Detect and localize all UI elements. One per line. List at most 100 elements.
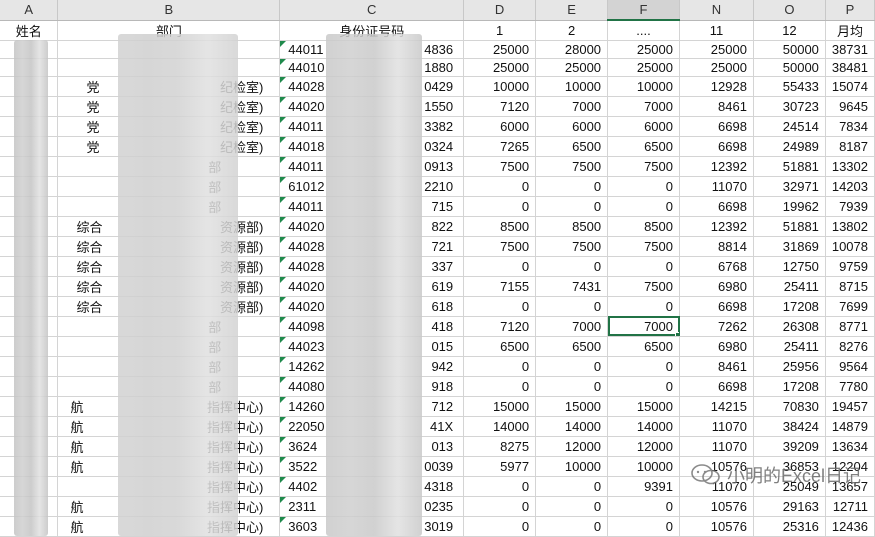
dept-cell[interactable]: 部 xyxy=(57,376,281,397)
name-cell[interactable] xyxy=(0,516,59,537)
month-mid-cell[interactable]: 25000 xyxy=(607,58,680,77)
average-cell[interactable]: 38481 xyxy=(825,58,875,77)
dept-cell[interactable]: 综合 资源部) xyxy=(57,236,281,257)
month-1-cell[interactable]: 0 xyxy=(463,296,537,317)
month-mid-cell[interactable]: 0 xyxy=(607,376,680,397)
month-1-cell[interactable]: 7120 xyxy=(463,96,537,117)
month-1-cell[interactable]: 7265 xyxy=(463,136,537,157)
header-cell-month-2[interactable]: 2 xyxy=(535,20,609,41)
average-cell[interactable]: 8715 xyxy=(825,276,875,297)
name-cell[interactable] xyxy=(0,96,59,117)
month-2-cell[interactable]: 7000 xyxy=(535,316,609,337)
month-1-cell[interactable]: 0 xyxy=(463,196,537,217)
month-2-cell[interactable]: 0 xyxy=(535,296,609,317)
id-cell[interactable]: 44020 822 xyxy=(279,216,465,237)
dept-cell[interactable]: 部 xyxy=(57,196,281,217)
name-cell[interactable] xyxy=(0,396,59,417)
month-2-cell[interactable]: 0 xyxy=(535,516,609,537)
spreadsheet-grid[interactable]: A B C D E F N O P 姓名 部门 身份证号码 1 2 .... 1… xyxy=(0,0,875,537)
average-cell[interactable]: 15074 xyxy=(825,76,875,97)
dept-cell[interactable]: 综合 资源部) xyxy=(57,256,281,277)
month-12-cell[interactable]: 29163 xyxy=(753,496,826,517)
name-cell[interactable] xyxy=(0,256,59,277)
month-mid-cell[interactable]: 0 xyxy=(607,196,680,217)
month-2-cell[interactable]: 0 xyxy=(535,196,609,217)
month-1-cell[interactable]: 0 xyxy=(463,356,537,377)
average-cell[interactable]: 7939 xyxy=(825,196,875,217)
id-cell[interactable]: 44011 4836 xyxy=(279,40,465,59)
id-cell[interactable]: 44011 3382 xyxy=(279,116,465,137)
average-cell[interactable]: 8771 xyxy=(825,316,875,337)
average-cell[interactable]: 8187 xyxy=(825,136,875,157)
month-2-cell[interactable]: 10000 xyxy=(535,456,609,477)
month-12-cell[interactable]: 30723 xyxy=(753,96,826,117)
active-cell[interactable]: 7000 xyxy=(607,316,680,337)
month-1-cell[interactable]: 14000 xyxy=(463,416,537,437)
header-cell-month-12[interactable]: 12 xyxy=(753,20,826,41)
name-cell[interactable] xyxy=(0,376,59,397)
month-11-cell[interactable]: 6768 xyxy=(679,256,754,277)
month-11-cell[interactable]: 6980 xyxy=(679,336,754,357)
month-11-cell[interactable]: 11070 xyxy=(679,436,754,457)
month-1-cell[interactable]: 7120 xyxy=(463,316,537,337)
month-12-cell[interactable]: 31869 xyxy=(753,236,826,257)
month-12-cell[interactable]: 25411 xyxy=(753,336,826,357)
month-12-cell[interactable]: 39209 xyxy=(753,436,826,457)
header-cell-id[interactable]: 身份证号码 xyxy=(279,20,465,41)
month-mid-cell[interactable]: 7500 xyxy=(607,156,680,177)
name-cell[interactable] xyxy=(0,136,59,157)
month-mid-cell[interactable]: 25000 xyxy=(607,40,680,59)
month-1-cell[interactable]: 0 xyxy=(463,496,537,517)
name-cell[interactable] xyxy=(0,476,59,497)
month-11-cell[interactable]: 7262 xyxy=(679,316,754,337)
month-mid-cell[interactable]: 0 xyxy=(607,356,680,377)
id-cell[interactable]: 14262 942 xyxy=(279,356,465,377)
id-cell[interactable]: 44020 1550 xyxy=(279,96,465,117)
name-cell[interactable] xyxy=(0,316,59,337)
header-cell-month-mid[interactable]: .... xyxy=(607,20,680,41)
month-mid-cell[interactable]: 0 xyxy=(607,516,680,537)
dept-cell[interactable]: 综合 资源部) xyxy=(57,296,281,317)
month-2-cell[interactable]: 10000 xyxy=(535,76,609,97)
month-11-cell[interactable]: 6698 xyxy=(679,296,754,317)
month-mid-cell[interactable]: 15000 xyxy=(607,396,680,417)
name-cell[interactable] xyxy=(0,176,59,197)
column-header-n[interactable]: N xyxy=(679,0,754,21)
name-cell[interactable] xyxy=(0,496,59,517)
month-12-cell[interactable]: 38424 xyxy=(753,416,826,437)
month-1-cell[interactable]: 7155 xyxy=(463,276,537,297)
month-1-cell[interactable]: 25000 xyxy=(463,58,537,77)
id-cell[interactable]: 2311 0235 xyxy=(279,496,465,517)
dept-cell[interactable]: 航 指挥中心) xyxy=(57,416,281,437)
dept-cell[interactable]: 指挥中心) xyxy=(57,476,281,497)
month-1-cell[interactable]: 7500 xyxy=(463,156,537,177)
month-2-cell[interactable]: 0 xyxy=(535,496,609,517)
id-cell[interactable]: 44023 015 xyxy=(279,336,465,357)
id-cell[interactable]: 3624 013 xyxy=(279,436,465,457)
average-cell[interactable]: 38731 xyxy=(825,40,875,59)
month-1-cell[interactable]: 15000 xyxy=(463,396,537,417)
month-1-cell[interactable]: 10000 xyxy=(463,76,537,97)
id-cell[interactable]: 44011 0913 xyxy=(279,156,465,177)
name-cell[interactable] xyxy=(0,216,59,237)
header-cell-average[interactable]: 月均 xyxy=(825,20,875,41)
id-cell[interactable]: 3522 0039 xyxy=(279,456,465,477)
month-mid-cell[interactable]: 6500 xyxy=(607,136,680,157)
month-1-cell[interactable]: 0 xyxy=(463,516,537,537)
dept-cell[interactable]: 航 指挥中心) xyxy=(57,516,281,537)
id-cell[interactable]: 44028 721 xyxy=(279,236,465,257)
name-cell[interactable] xyxy=(0,336,59,357)
average-cell[interactable]: 8276 xyxy=(825,336,875,357)
month-2-cell[interactable]: 0 xyxy=(535,356,609,377)
id-cell[interactable]: 44098 418 xyxy=(279,316,465,337)
average-cell[interactable]: 12711 xyxy=(825,496,875,517)
month-12-cell[interactable]: 25316 xyxy=(753,516,826,537)
name-cell[interactable] xyxy=(0,416,59,437)
column-header-f[interactable]: F xyxy=(607,0,680,21)
month-11-cell[interactable]: 6980 xyxy=(679,276,754,297)
month-11-cell[interactable]: 8814 xyxy=(679,236,754,257)
average-cell[interactable]: 10078 xyxy=(825,236,875,257)
month-1-cell[interactable]: 6500 xyxy=(463,336,537,357)
month-mid-cell[interactable]: 7000 xyxy=(607,96,680,117)
month-2-cell[interactable]: 7500 xyxy=(535,156,609,177)
